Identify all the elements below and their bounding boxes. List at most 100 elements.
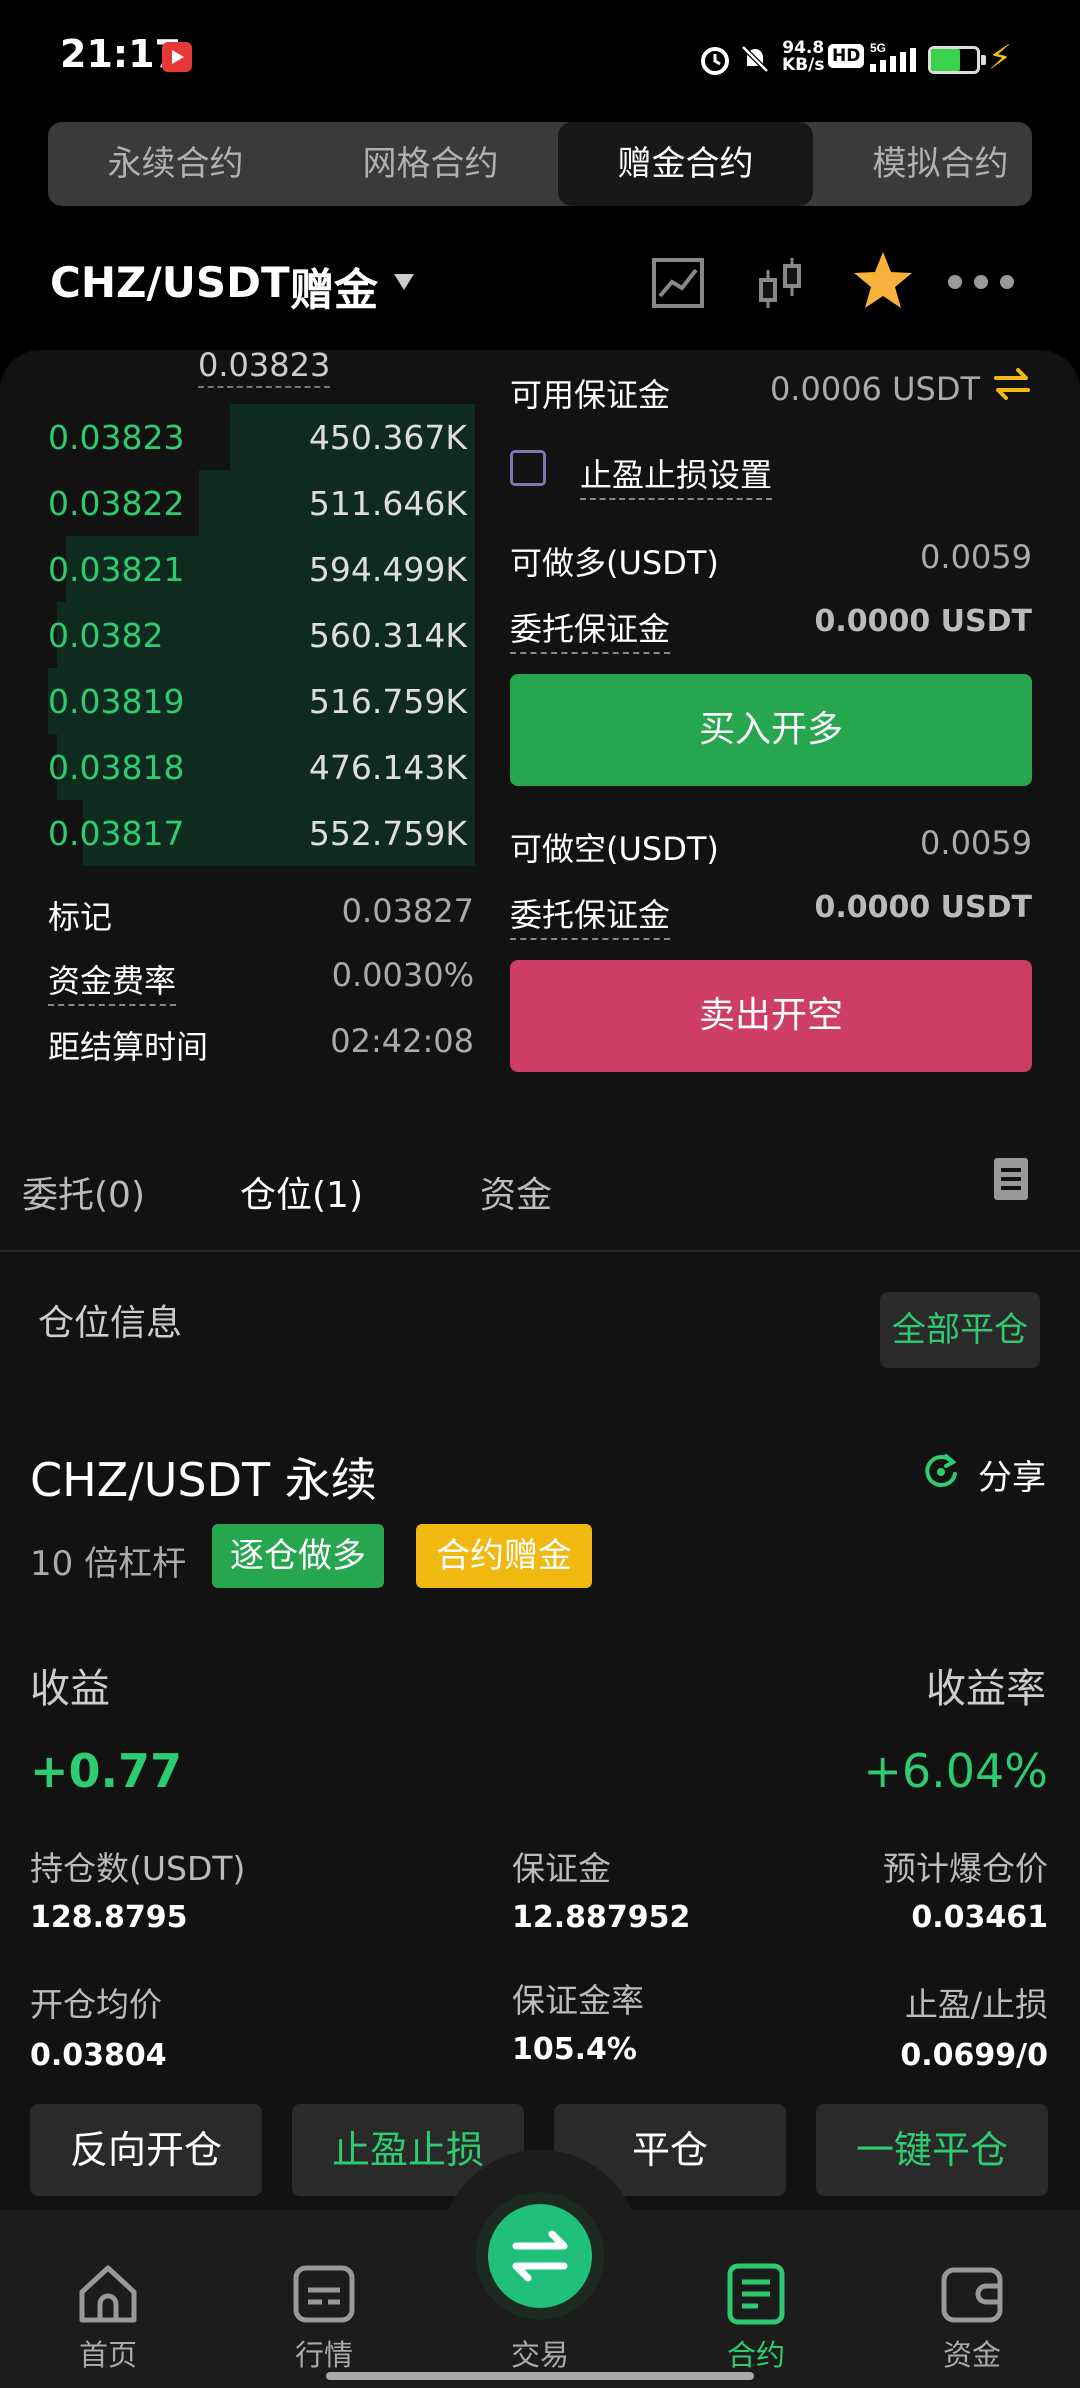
one-click-close-button[interactable]: 一键平仓 <box>816 2104 1048 2196</box>
orderbook-row[interactable]: 0.0382 560.314K <box>30 602 475 668</box>
position-pair: CHZ/USDT 永续 <box>30 1453 377 1507</box>
battery-icon <box>928 46 986 74</box>
nav-home[interactable]: 首页 <box>38 2262 178 2374</box>
orderbook-row[interactable]: 0.03823 450.367K <box>30 404 475 470</box>
orderbook-row[interactable]: 0.03821 594.499K <box>30 536 475 602</box>
tab-perpetual[interactable]: 永续合约 <box>48 122 303 206</box>
orderbook-size: 450.367K <box>308 418 467 457</box>
stat-entry-value: 0.03804 <box>30 2038 167 2073</box>
orderbook-size: 594.499K <box>308 550 467 589</box>
reverse-position-button[interactable]: 反向开仓 <box>30 2104 262 2196</box>
pair-selector[interactable]: CHZ/USDT <box>50 258 290 307</box>
nav-trade[interactable]: 交易 <box>470 2326 610 2374</box>
tab-positions[interactable]: 仓位(1) <box>240 1166 363 1218</box>
funding-label: 资金费率 <box>48 956 177 1006</box>
share-button[interactable]: 分享 <box>978 1450 1046 1499</box>
tab-demo[interactable]: 模拟合约 <box>813 122 1032 206</box>
alarm-icon <box>701 47 729 75</box>
transfer-icon[interactable] <box>992 364 1032 404</box>
sell-short-button[interactable]: 卖出开空 <box>510 960 1032 1072</box>
document-icon[interactable] <box>994 1158 1028 1200</box>
nav-home-label: 首页 <box>78 2338 137 2372</box>
nav-market-label: 行情 <box>294 2338 353 2372</box>
orderbook-row[interactable]: 0.03818 476.143K <box>30 734 475 800</box>
mark-value: 0.03827 <box>341 892 474 930</box>
caret-down-icon[interactable] <box>394 274 414 290</box>
long-available-value: 0.0059 <box>920 538 1032 576</box>
share-icon[interactable] <box>922 1452 960 1490</box>
settle-label: 距结算时间 <box>48 1028 209 1066</box>
stat-size-value: 128.8795 <box>30 1900 188 1935</box>
pnl-value: +0.77 <box>30 1744 183 1798</box>
tab-bonus[interactable]: 赠金合约 <box>558 122 813 206</box>
market-icon <box>293 2265 355 2323</box>
long-available-row: 可做多(USDT) 0.0059 <box>510 538 1032 588</box>
funding-value: 0.0030% <box>331 956 474 994</box>
tab-orders[interactable]: 委托(0) <box>22 1166 145 1218</box>
orderbook-row[interactable]: 0.03822 511.646K <box>30 470 475 536</box>
line-chart-icon[interactable] <box>652 258 704 308</box>
swap-arrows-icon <box>512 2230 568 2282</box>
position-section-title: 仓位信息 <box>38 1303 183 1344</box>
short-margin-row: 委托保证金 0.0000 USDT <box>510 890 1032 940</box>
funding-rate-row[interactable]: 资金费率 0.0030% <box>48 956 474 1006</box>
orderbook-price: 0.0382 <box>48 616 164 655</box>
available-value: 0.0006 USDT <box>769 370 980 408</box>
settle-value: 02:42:08 <box>330 1022 474 1060</box>
orderbook-size: 552.759K <box>308 814 467 853</box>
candlestick-icon[interactable] <box>756 256 804 310</box>
divider <box>0 1250 1080 1252</box>
more-icon[interactable] <box>946 270 1016 294</box>
long-margin-value: 0.0000 USDT <box>814 604 1032 639</box>
side-badge: 逐仓做多 <box>212 1524 384 1588</box>
orderbook-price: 0.03823 <box>48 418 185 457</box>
orderbook-row[interactable]: 0.03817 552.759K <box>30 800 475 866</box>
nav-market[interactable]: 行情 <box>254 2262 394 2374</box>
close-all-button[interactable]: 全部平仓 <box>880 1292 1040 1368</box>
nav-contract[interactable]: 合约 <box>686 2262 826 2374</box>
pnl-label: 收益 <box>30 1666 110 1712</box>
nav-contract-label: 合约 <box>726 2338 785 2372</box>
favorite-star-icon[interactable] <box>852 250 914 310</box>
roe-value: +6.04% <box>863 1744 1048 1798</box>
leverage-label: 10 倍杠杆 <box>30 1544 187 1584</box>
pair-tag[interactable]: 赠金 <box>290 254 378 318</box>
long-available-label: 可做多(USDT) <box>510 544 719 582</box>
available-label: 可用保证金 <box>510 376 671 414</box>
short-margin-value: 0.0000 USDT <box>814 890 1032 925</box>
video-app-icon <box>162 42 192 72</box>
tab-assets[interactable]: 资金 <box>480 1166 552 1218</box>
network-type: 5G <box>870 41 886 55</box>
wallet-icon <box>941 2267 1003 2323</box>
tpsl-label[interactable]: 止盈止损设置 <box>580 450 773 500</box>
stat-margin-label: 保证金 <box>512 1849 611 1888</box>
orders-tabs: 委托(0) 仓位(1) 资金 <box>0 1150 1080 1250</box>
orderbook-size: 560.314K <box>308 616 467 655</box>
mute-bell-icon <box>741 45 769 73</box>
orderbook-size: 476.143K <box>308 748 467 787</box>
short-available-label: 可做空(USDT) <box>510 830 719 868</box>
contract-icon <box>727 2263 785 2325</box>
charging-icon: ⚡ <box>988 38 1012 78</box>
stat-entry-label: 开仓均价 <box>30 1985 162 2024</box>
available-margin-row: 可用保证金 0.0006 USDT <box>510 370 980 420</box>
trade-button[interactable] <box>488 2204 592 2308</box>
tab-grid[interactable]: 网格合约 <box>303 122 558 206</box>
stat-tpsl-value: 0.0699/0 <box>900 2038 1048 2073</box>
home-indicator[interactable] <box>326 2372 754 2380</box>
tpsl-checkbox[interactable] <box>510 450 546 486</box>
stat-margin-ratio-value: 105.4% <box>512 2032 637 2067</box>
orderbook-last-price[interactable]: 0.03823 <box>198 346 331 388</box>
orderbook-row[interactable]: 0.03819 516.759K <box>30 668 475 734</box>
nav-trade-label: 交易 <box>510 2338 569 2372</box>
contract-type-tabs: 永续合约 网格合约 赠金合约 模拟合约 <box>48 122 1032 206</box>
net-speed: 94.8 KB/s <box>782 40 824 74</box>
stat-tpsl-label: 止盈/止损 <box>904 1985 1048 2024</box>
mark-price-row: 标记 0.03827 <box>48 892 474 942</box>
buy-long-button[interactable]: 买入开多 <box>510 674 1032 786</box>
stat-liq-label: 预计爆仓价 <box>883 1849 1048 1888</box>
stat-liq-value: 0.03461 <box>911 1900 1048 1935</box>
nav-wallet[interactable]: 资金 <box>902 2262 1042 2374</box>
orderbook-price: 0.03819 <box>48 682 185 721</box>
signal-icon: 5G <box>870 41 916 72</box>
